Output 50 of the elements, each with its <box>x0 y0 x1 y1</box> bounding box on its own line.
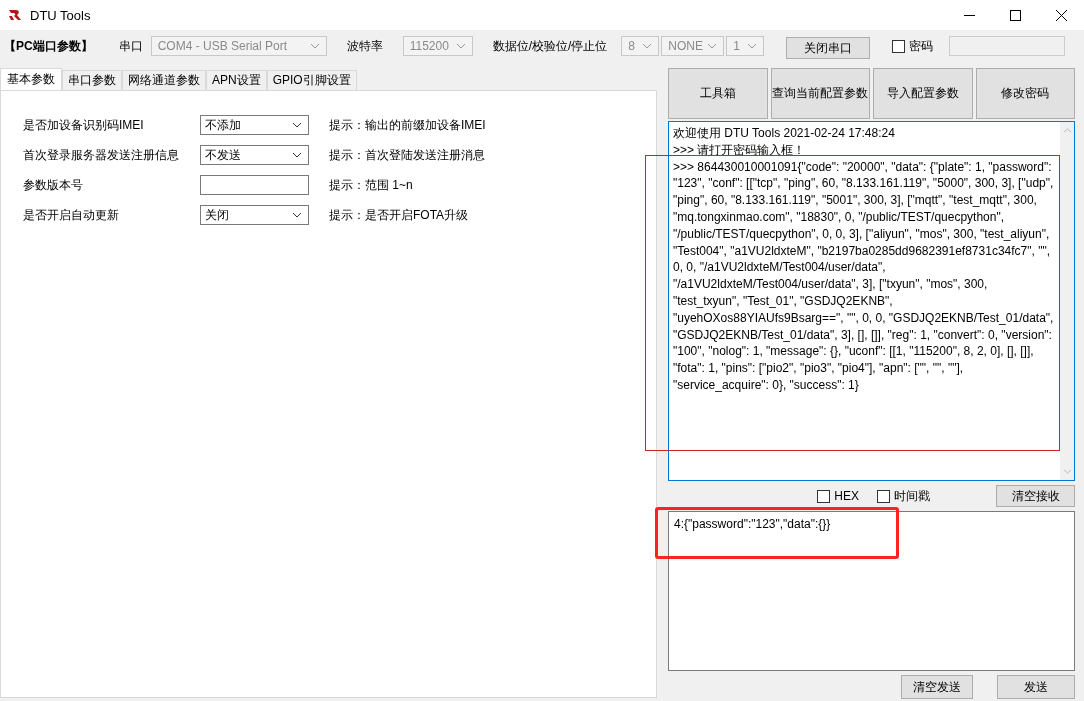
field-label: 参数版本号 <box>22 176 84 194</box>
tab[interactable]: GPIO引脚设置 <box>266 70 357 90</box>
password-field[interactable] <box>949 36 1066 56</box>
log-line: >>> 请打开密码输入框！ <box>673 141 807 159</box>
checkbox[interactable] <box>817 489 831 503</box>
hint-text: 提示：输出的前缀加设备IMEI <box>329 116 486 134</box>
clear-send-button[interactable]: 清空发送 <box>901 675 973 699</box>
hint-text: 提示：首次登陆发送注册消息 <box>329 146 485 164</box>
chevron-down-icon[interactable] <box>290 121 304 129</box>
field-label: 是否加设备识别码IMEI <box>22 116 145 134</box>
app-logo-icon <box>8 9 22 21</box>
window-title: DTU Tools <box>30 7 91 23</box>
field-label: 数据位/校验位/停止位 <box>492 37 608 55</box>
maximize-icon[interactable] <box>1009 9 1021 21</box>
checkbox-label: 密码 <box>909 37 934 55</box>
field-label: 波特率 <box>346 37 383 55</box>
field-label: 首次登录服务器发送注册信息 <box>22 146 180 164</box>
input-field[interactable] <box>200 175 309 195</box>
dropdown[interactable]: 不发送 <box>200 145 309 165</box>
receive-text-area[interactable] <box>668 121 1075 481</box>
log-line: 欢迎使用 DTU Tools 2021-02-24 17:48:24 <box>673 125 896 142</box>
tab[interactable]: 网络通道参数 <box>122 70 206 90</box>
chevron-down-icon[interactable] <box>290 151 304 159</box>
action-button[interactable]: 工具箱 <box>668 68 768 119</box>
checkbox[interactable] <box>892 39 906 53</box>
action-button[interactable]: 导入配置参数 <box>873 68 973 119</box>
tab[interactable]: 串口参数 <box>62 70 122 90</box>
section-label: 【PC端口参数】 <box>4 37 93 55</box>
chevron-down-icon[interactable] <box>290 211 304 219</box>
hint-text: 提示：是否开启FOTA升级 <box>329 206 469 224</box>
clear-receive-button[interactable]: 清空接收 <box>996 485 1075 507</box>
dropdown[interactable]: 不添加 <box>200 115 309 135</box>
close-icon[interactable] <box>1055 9 1067 21</box>
send-text: 4:{"password":"123","data":{}} <box>674 517 831 531</box>
checkbox[interactable] <box>877 489 890 503</box>
action-button[interactable]: 修改密码 <box>975 68 1075 119</box>
tab[interactable]: APN设置 <box>206 70 267 90</box>
checkbox-label: 时间戳 <box>894 487 930 505</box>
minimize-icon[interactable] <box>963 14 975 16</box>
log-line: >>> 864430010001091{"code": "20000", "data": {"plate": 1, "password": "123", "conf": [["tcp", "ping", 60, "8.133.161.119", "5000", 300, 3], ["udp", "ping", 60, "8.133.161.119", "5001", 300, 3], ["mqtt", "test_mqtt", 300, "mq.tongxinmao.com", "18830", 0, "/public/TEST/quecpython", "/public/TEST/quecpython", 0, 0, 3], ["aliyun", "mos", 300, "test_aliyun", "Test004", "a1VU2ldxteM", "b2197ba0285dd9682391ef8731c34fc7", "", 0, 0, "/a1VU2ldxteM/Test004/user/data", "/a1VU2ldxteM/Test004/user/data", 3], ["txyun", "mos", 300, "test_txyun", "Test_01", "GSDJQ2EKNB", "uyehOXos88YIAUfs9Bsarg==", "", 0, 0, "GSDJQ2EKNB/Test_01/data", "GSDJQ2EKNB/Test_01/data", 3], [], []], "reg": 1, "convert": 0, "version": "100", "nolog": 1, "message": {}, "uconf": [[1, "115200", 8, 2, 0], [], []], "fota": 1, "pins": ["pio2", "pio3", "pio4"], "apn": ["", "", ""], "service_acquire": 0}, "success": 1} <box>673 158 1055 394</box>
hint-text: 提示：范围 1~n <box>329 176 413 194</box>
dropdown[interactable]: 关闭 <box>200 205 309 225</box>
field-label: 串口 <box>118 37 143 55</box>
tab[interactable]: 基本参数 <box>0 68 62 90</box>
send-button[interactable]: 发送 <box>997 675 1075 699</box>
checkbox-label: HEX <box>834 489 859 503</box>
send-text-area[interactable]: 4:{"password":"123","data":{}} <box>668 511 1075 671</box>
field-label: 是否开启自动更新 <box>22 206 120 224</box>
close-port-button[interactable]: 关闭串口 <box>786 37 871 59</box>
action-button[interactable]: 查询当前配置参数 <box>770 68 870 119</box>
